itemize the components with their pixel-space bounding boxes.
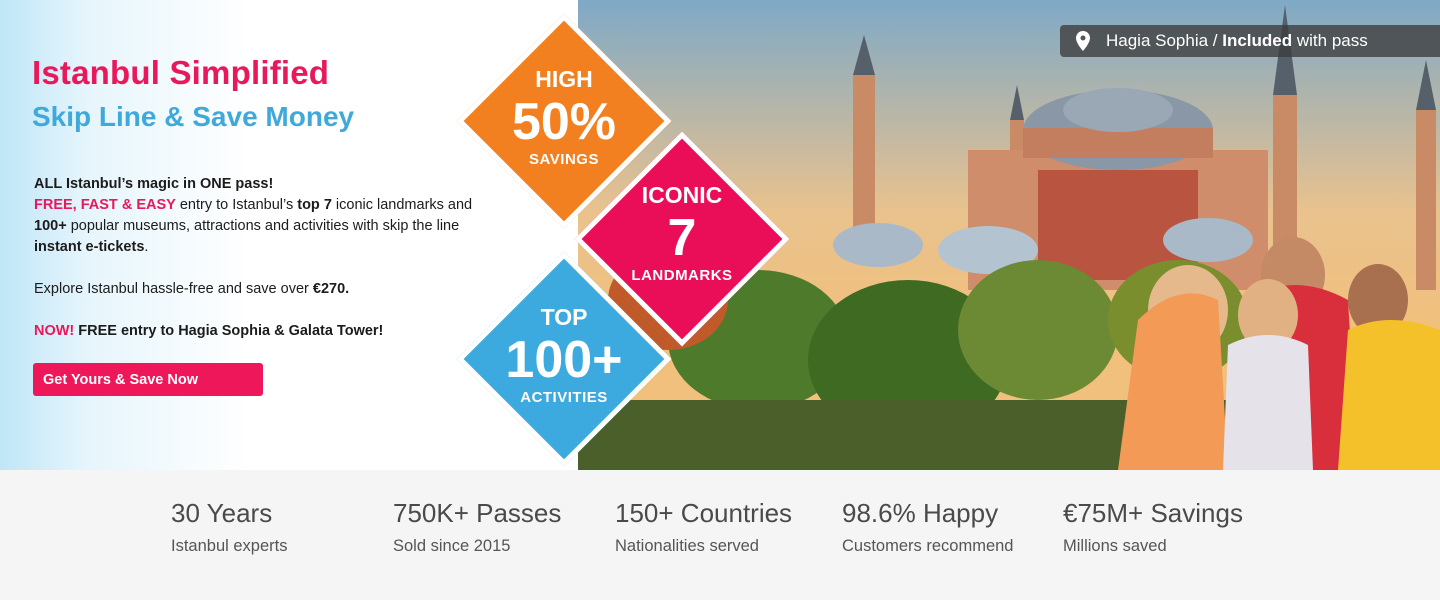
location-included: Included	[1222, 31, 1293, 50]
hero-description: ALL Istanbul’s magic in ONE pass! FREE, …	[34, 174, 514, 342]
desc-savings-amount: €270.	[312, 281, 350, 297]
stat-head: €75M+ Savings	[1063, 498, 1243, 528]
location-separator: /	[1208, 31, 1223, 50]
hero-subtitle: Skip Line & Save Money	[32, 101, 355, 132]
activities-top: TOP	[540, 304, 588, 330]
desc-instant-etickets: instant e-tickets	[34, 239, 145, 255]
stat-passes: 750K+ Passes Sold since 2015	[393, 498, 561, 556]
activities-diamond-text: TOP 100+ ACTIVITIES	[494, 304, 634, 406]
desc-line-2: FREE, FAST & EASY entry to Istanbul’s to…	[34, 195, 514, 216]
landmarks-bottom: LANDMARKS	[631, 267, 733, 284]
desc-line-5: Explore Istanbul hassle-free and save ov…	[34, 279, 514, 300]
desc-top-7: top 7	[297, 197, 332, 213]
stat-head: 150+ Countries	[615, 498, 793, 528]
stat-head: 750K+ Passes	[393, 498, 562, 528]
map-pin-icon	[1060, 31, 1106, 51]
landmarks-diamond-text: ICONIC 7 LANDMARKS	[612, 182, 752, 284]
desc-line-3a: popular museums, attractions and activit…	[66, 218, 460, 234]
savings-top: HIGH	[535, 66, 593, 92]
desc-line-4a: .	[144, 239, 149, 255]
desc-free-entry: FREE entry to Hagia Sophia & Galata Towe…	[74, 323, 384, 339]
desc-line-2b: iconic landmarks and	[331, 197, 473, 213]
stat-savings: €75M+ Savings Millions saved	[1063, 498, 1243, 556]
stat-sub: Istanbul experts	[171, 537, 288, 555]
desc-line-5a: Explore Istanbul hassle-free and save ov…	[34, 281, 313, 297]
hero-title: Istanbul Simplified	[32, 54, 330, 91]
landmarks-top: ICONIC	[641, 182, 723, 208]
desc-100-plus: 100+	[34, 218, 67, 234]
savings-diamond-text: HIGH 50% SAVINGS	[494, 66, 634, 168]
location-place: Hagia Sophia	[1106, 31, 1209, 50]
activities-big: 100+	[505, 331, 623, 389]
location-badge: Hagia Sophia / Included with pass	[1060, 25, 1440, 57]
desc-line-4: instant e-tickets.	[34, 237, 514, 258]
stat-head: 98.6% Happy	[842, 498, 999, 528]
activities-bottom: ACTIVITIES	[520, 389, 608, 406]
savings-bottom: SAVINGS	[529, 151, 599, 168]
stat-sub: Nationalities served	[615, 537, 759, 555]
desc-line-3: 100+ popular museums, attractions and ac…	[34, 216, 514, 237]
stats-bar: 30 Years Istanbul experts 750K+ Passes S…	[0, 470, 1440, 600]
stat-happy: 98.6% Happy Customers recommend	[842, 498, 1013, 556]
landmarks-big: 7	[667, 209, 697, 267]
desc-line-1: ALL Istanbul’s magic in ONE pass!	[34, 176, 274, 192]
stat-years: 30 Years Istanbul experts	[171, 498, 287, 556]
savings-big: 50%	[511, 93, 617, 151]
desc-line-6: NOW! FREE entry to Hagia Sophia & Galata…	[34, 321, 514, 342]
stat-sub: Customers recommend	[842, 537, 1014, 555]
stat-countries: 150+ Countries Nationalities served	[615, 498, 792, 556]
hero-banner: Hagia Sophia / Included with pass Istanb…	[0, 0, 1440, 470]
location-rest: with pass	[1292, 31, 1368, 50]
get-yours-button[interactable]: Get Yours & Save Now	[33, 363, 263, 396]
desc-line-2a: entry to Istanbul’s	[175, 197, 298, 213]
desc-free-fast-easy: FREE, FAST & EASY	[34, 197, 176, 213]
stat-sub: Sold since 2015	[393, 537, 511, 555]
desc-now: NOW!	[34, 323, 75, 339]
stat-sub: Millions saved	[1063, 537, 1167, 555]
stat-head: 30 Years	[171, 498, 273, 528]
